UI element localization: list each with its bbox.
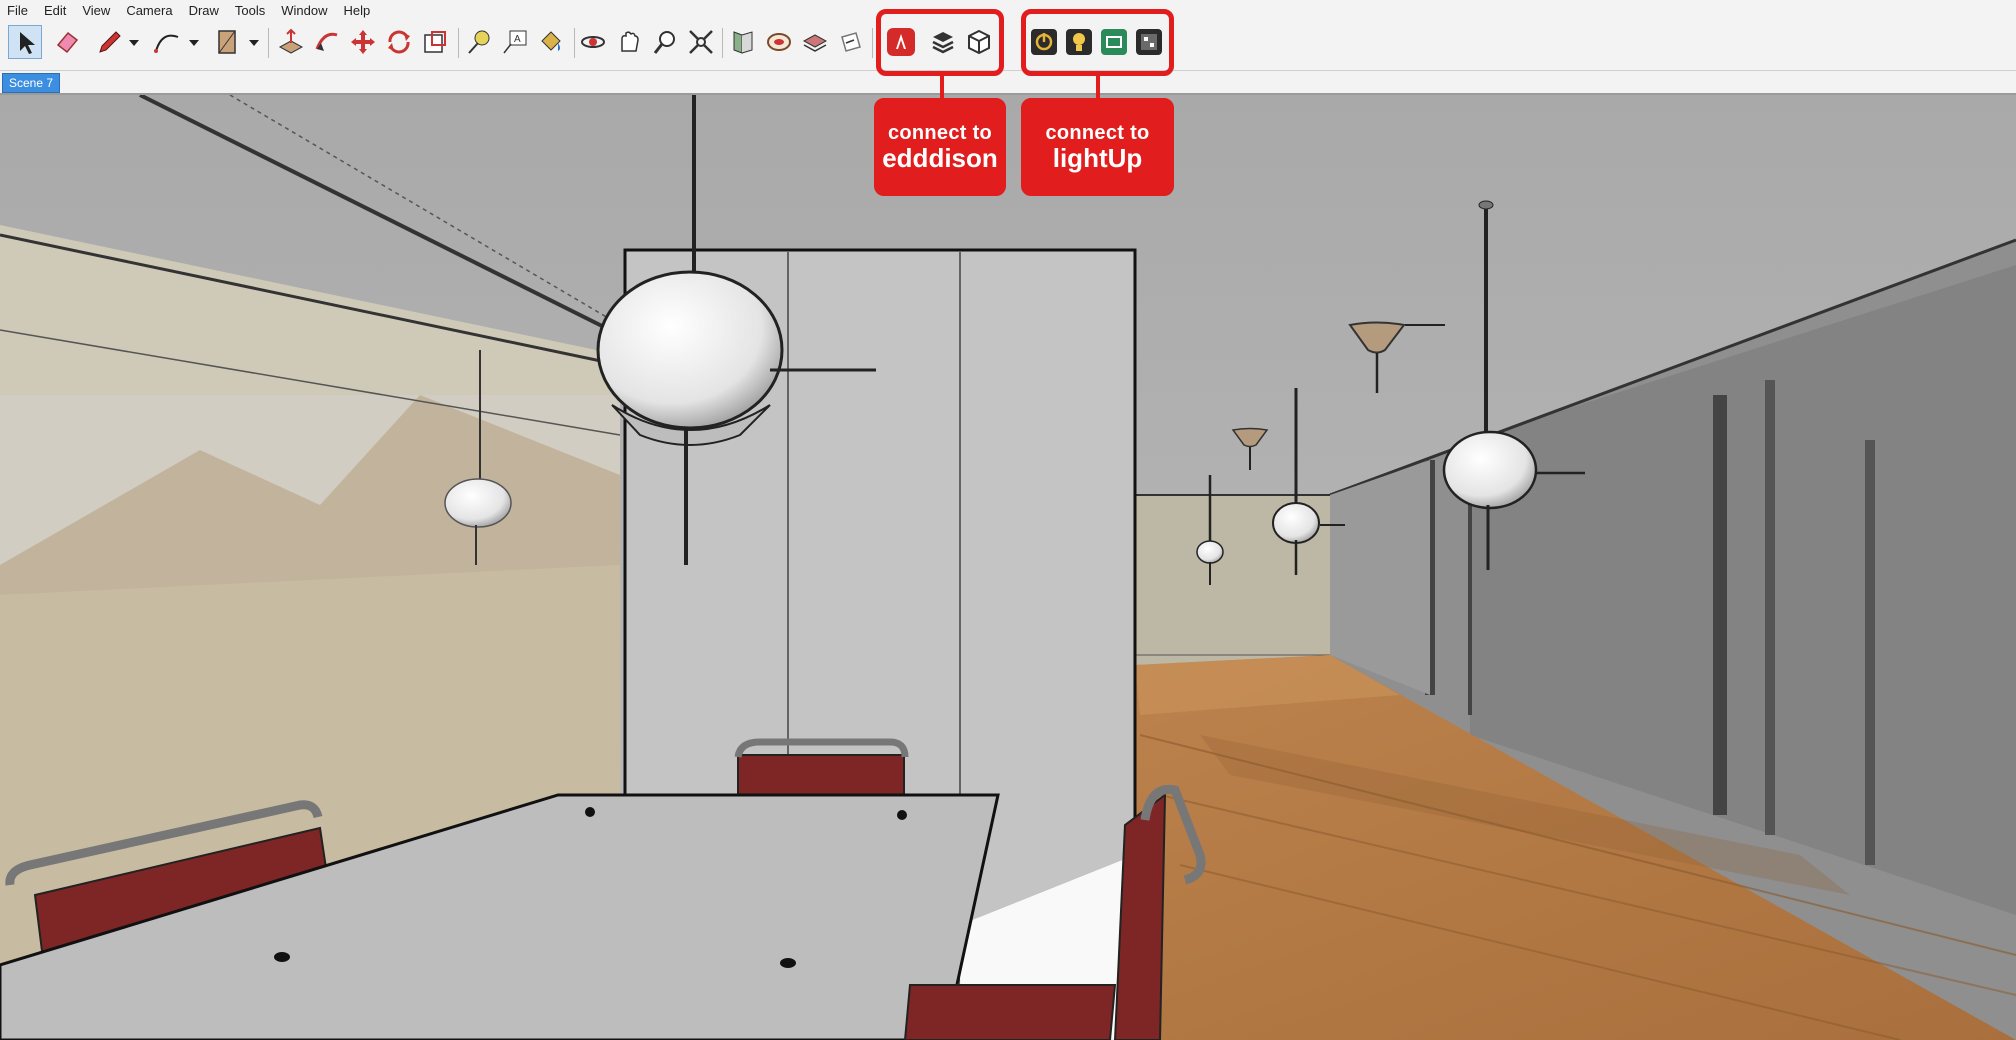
edddison-callout: connect to edddison xyxy=(874,98,1006,196)
eraser-icon xyxy=(56,31,79,54)
pencil-tool-button[interactable] xyxy=(92,25,126,59)
toolbar-separator xyxy=(268,28,269,58)
text-tool-button[interactable]: A xyxy=(498,25,532,59)
svg-text:A: A xyxy=(514,34,521,45)
pan-tool-button[interactable] xyxy=(612,25,646,59)
lightup-connector-line xyxy=(1096,76,1100,98)
move-icon xyxy=(351,30,375,54)
pan-icon xyxy=(621,31,639,52)
lightup-callout: connect to lightUp xyxy=(1021,98,1174,196)
orbit-tool-button[interactable] xyxy=(576,25,610,59)
edddison-toolbar-highlight xyxy=(876,9,1004,76)
lightup-callout-line2: lightUp xyxy=(1052,142,1143,173)
arc-icon xyxy=(154,34,179,53)
pencil-icon xyxy=(99,31,121,53)
push-pull-icon xyxy=(278,28,304,54)
paint-bucket-tool-button[interactable] xyxy=(534,25,568,59)
paint-bucket-icon xyxy=(541,31,561,51)
menu-tools[interactable]: Tools xyxy=(228,3,274,18)
scene-tab[interactable]: Scene 7 xyxy=(2,73,61,93)
menu-edit[interactable]: Edit xyxy=(37,3,75,18)
section-plane-icon xyxy=(841,32,861,52)
text-icon: A xyxy=(503,30,527,54)
edddison-callout-line1: connect to xyxy=(887,121,993,144)
edddison-connector-line xyxy=(940,76,944,98)
eraser-tool-button[interactable] xyxy=(50,25,84,59)
edddison-callout-line2: edddison xyxy=(882,142,998,173)
scale-icon xyxy=(424,31,446,53)
tape-measure-icon xyxy=(468,30,490,54)
position-camera-button[interactable] xyxy=(762,25,796,59)
follow-me-icon xyxy=(315,32,338,51)
scale-tool-button[interactable] xyxy=(418,25,452,59)
model-viewport[interactable] xyxy=(0,95,2016,1040)
zoom-tool-button[interactable] xyxy=(648,25,682,59)
follow-me-tool-button[interactable] xyxy=(310,25,344,59)
menu-camera[interactable]: Camera xyxy=(119,3,181,18)
zoom-extents-icon xyxy=(689,30,713,54)
arc-dropdown-icon[interactable] xyxy=(188,37,200,49)
tape-measure-tool-button[interactable] xyxy=(462,25,496,59)
select-tool-button[interactable] xyxy=(8,25,42,59)
zoom-extents-tool-button[interactable] xyxy=(684,25,718,59)
toolbar-separator xyxy=(574,28,575,58)
previous-view-icon xyxy=(733,31,753,54)
rectangle-tool-button[interactable] xyxy=(210,25,244,59)
scene-bar: Scene 7 xyxy=(0,71,2016,95)
look-around-icon xyxy=(802,34,828,52)
push-pull-tool-button[interactable] xyxy=(274,25,308,59)
toolbar-separator xyxy=(872,28,873,58)
menu-file[interactable]: File xyxy=(0,3,37,18)
main-toolbar: A xyxy=(0,20,2016,71)
section-plane-button[interactable] xyxy=(834,25,868,59)
orbit-icon xyxy=(581,36,605,48)
menu-bar: File Edit View Camera Draw Tools Window … xyxy=(0,0,2016,20)
menu-draw[interactable]: Draw xyxy=(182,3,228,18)
move-tool-button[interactable] xyxy=(346,25,380,59)
rectangle-icon xyxy=(218,30,236,54)
look-around-button[interactable] xyxy=(798,25,832,59)
pencil-dropdown-icon[interactable] xyxy=(128,37,140,49)
rectangle-dropdown-icon[interactable] xyxy=(248,37,260,49)
rotate-tool-button[interactable] xyxy=(382,25,416,59)
rotate-icon xyxy=(388,30,410,54)
previous-view-button[interactable] xyxy=(726,25,760,59)
toolbar-separator xyxy=(458,28,459,58)
menu-window[interactable]: Window xyxy=(274,3,336,18)
lightup-toolbar-highlight xyxy=(1021,9,1174,76)
select-icon xyxy=(20,32,35,54)
lightup-callout-line1: connect to xyxy=(1045,121,1150,144)
position-camera-icon xyxy=(767,33,791,51)
zoom-icon xyxy=(653,31,675,54)
interior-scene xyxy=(0,95,2016,1040)
toolbar-separator xyxy=(722,28,723,58)
menu-view[interactable]: View xyxy=(75,3,119,18)
menu-help[interactable]: Help xyxy=(337,3,380,18)
arc-tool-button[interactable] xyxy=(150,25,184,59)
